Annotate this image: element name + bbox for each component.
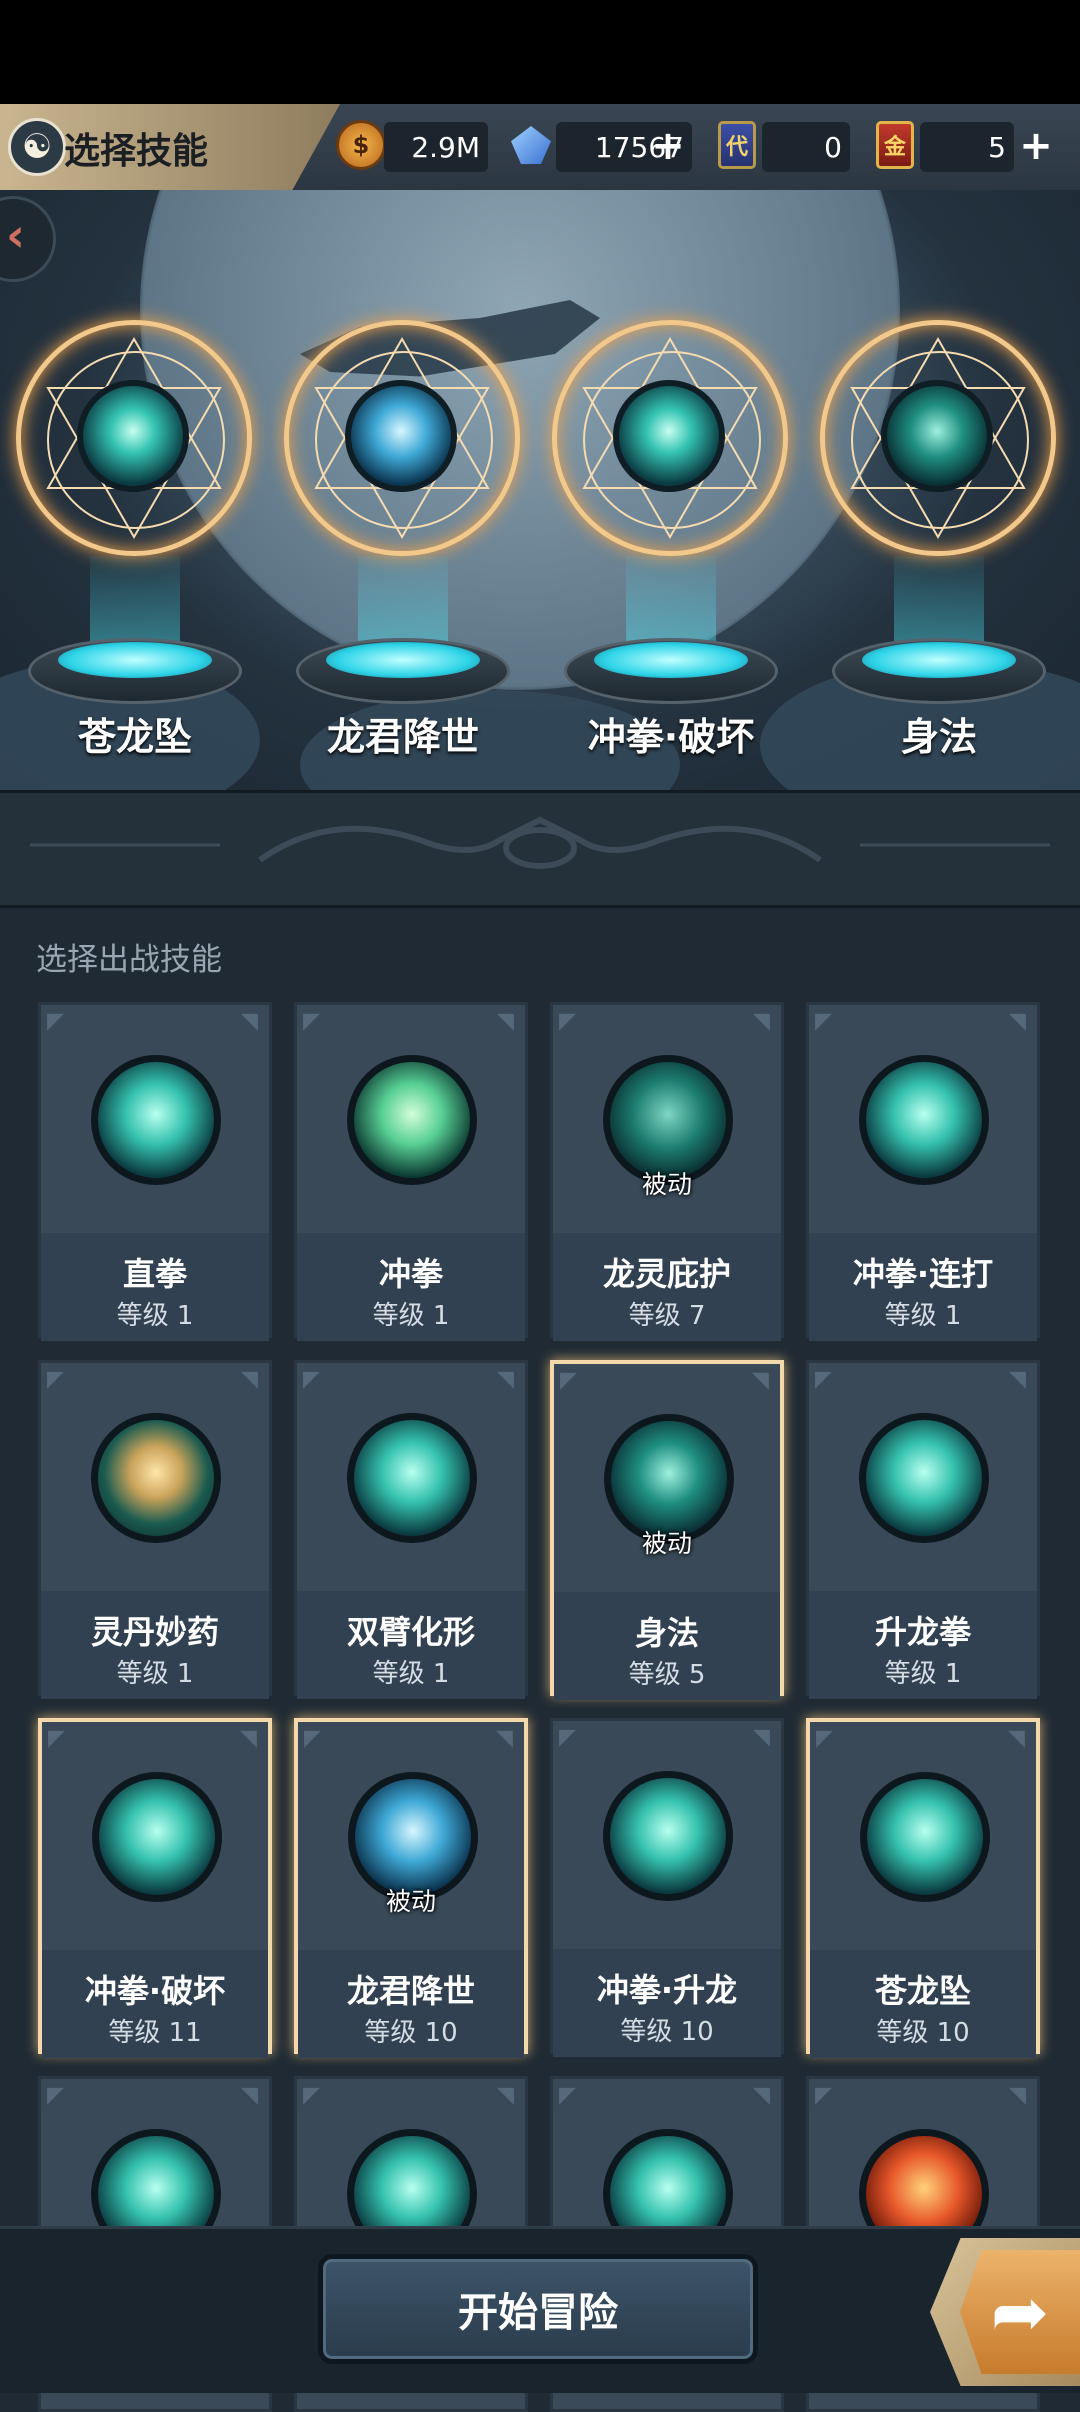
section-label: 选择出战技能	[36, 942, 222, 978]
swirl-icon: ☯	[8, 118, 66, 176]
skill-card[interactable]: ◤ ◥ 升龙拳 等级 1	[806, 1360, 1040, 1699]
skill-card[interactable]: ◤ ◥ 苍龙坠 等级 10	[806, 1718, 1040, 2058]
start-adventure-button[interactable]: 开始冒险	[318, 2254, 758, 2364]
red-ticket-count: 5	[920, 122, 1014, 172]
skill-card[interactable]: ◤ ◥ 冲拳·连打 等级 1	[806, 1002, 1040, 1341]
equipped-skill-name: 冲拳·破坏	[587, 715, 755, 759]
blue-ticket-icon: 代	[712, 120, 762, 170]
red-ticket-icon: 金	[870, 120, 920, 170]
equipped-skill-name: 苍龙坠	[77, 715, 192, 759]
pedestal-glow	[326, 642, 480, 678]
status-bar	[0, 0, 1080, 104]
skill-name: 龙灵庇护	[602, 1255, 731, 1293]
skill-card[interactable]: ◤ ◥ 被动 龙灵庇护 等级 7	[550, 1002, 784, 1341]
twin-arms-icon	[347, 1413, 477, 1543]
skill-name: 冲拳·连打	[852, 1255, 994, 1293]
add-gems-button[interactable]: +	[648, 123, 688, 169]
skill-level: 等级 1	[884, 1659, 962, 1689]
coin-count: 2.9M	[384, 122, 488, 172]
add-tickets-button[interactable]: +	[1016, 123, 1056, 169]
skill-level: 等级 1	[372, 1659, 450, 1689]
coin-icon: $	[336, 120, 386, 170]
passive-tag: 被动	[641, 1529, 692, 1558]
skill-card[interactable]: ◤ ◥ 被动 龙君降世 等级 10	[294, 1718, 528, 2058]
azure-dragon-icon	[860, 1772, 990, 1902]
gourd-icon	[91, 1413, 221, 1543]
skill-icon	[613, 380, 725, 492]
passive-tag: 被动	[641, 1170, 692, 1199]
skill-card[interactable]: ◤ ◥ 灵丹妙药 等级 1	[38, 1360, 272, 1699]
skill-name: 苍龙坠	[874, 1972, 971, 2010]
pedestal-glow	[594, 642, 748, 678]
fist-icon	[91, 1055, 221, 1185]
skill-level: 等级 11	[108, 2018, 202, 2048]
skill-icon	[881, 380, 993, 492]
skill-name: 升龙拳	[874, 1613, 971, 1651]
dragon-icon	[347, 1055, 477, 1185]
skill-level: 等级 1	[372, 1301, 450, 1331]
skill-level: 等级 10	[876, 2018, 970, 2048]
burst-punch-icon	[92, 1772, 222, 1902]
ornament-divider	[30, 816, 1050, 869]
skill-name: 身法	[634, 1614, 699, 1652]
pedestal-glow	[58, 642, 212, 678]
back-icon: ‹	[6, 208, 25, 262]
skill-level: 等级 5	[628, 1660, 706, 1690]
rising-dragon-icon	[859, 1413, 989, 1543]
skill-name: 直拳	[122, 1255, 187, 1293]
skill-card[interactable]: ◤ ◥ 冲拳·升龙 等级 10	[550, 1718, 784, 2057]
skill-card[interactable]: ◤ ◥ 冲拳 等级 1	[294, 1002, 528, 1341]
skill-card[interactable]: ◤ ◥ 直拳 等级 1	[38, 1002, 272, 1341]
skill-name: 龙君降世	[346, 1972, 475, 2010]
equipped-skill-name: 身法	[900, 715, 977, 759]
page-title: 选择技能	[64, 131, 209, 172]
skill-level: 等级 1	[116, 1301, 194, 1331]
skill-card[interactable]: ◤ ◥ 冲拳·破坏 等级 11	[38, 1718, 272, 2058]
skill-level: 等级 7	[628, 1301, 706, 1331]
skill-card[interactable]: ◤ ◥ 双臂化形 等级 1	[294, 1360, 528, 1699]
skill-card[interactable]: ◤ ◥ 被动 身法 等级 5	[550, 1360, 784, 1700]
skill-level: 等级 10	[364, 2018, 458, 2048]
skill-icon	[77, 380, 189, 492]
equipped-skill-name: 龙君降世	[326, 715, 479, 759]
skill-level: 等级 1	[884, 1301, 962, 1331]
pedestal-glow	[862, 642, 1016, 678]
skill-level: 等级 1	[116, 1659, 194, 1689]
gem-icon	[506, 120, 556, 170]
skill-name: 灵丹妙药	[90, 1613, 219, 1651]
skill-name: 冲拳·破坏	[84, 1972, 226, 2010]
uppercut-icon	[603, 1771, 733, 1901]
skill-name: 双臂化形	[346, 1613, 475, 1651]
skill-level: 等级 10	[620, 2017, 714, 2047]
combo-punch-icon	[859, 1055, 989, 1185]
skill-name: 冲拳	[378, 1255, 443, 1293]
blue-ticket-count: 0	[762, 122, 850, 172]
skill-name: 冲拳·升龙	[596, 1971, 738, 2009]
share-arrow-icon: ➦	[960, 2250, 1080, 2374]
passive-tag: 被动	[385, 1887, 436, 1916]
skill-icon	[345, 380, 457, 492]
